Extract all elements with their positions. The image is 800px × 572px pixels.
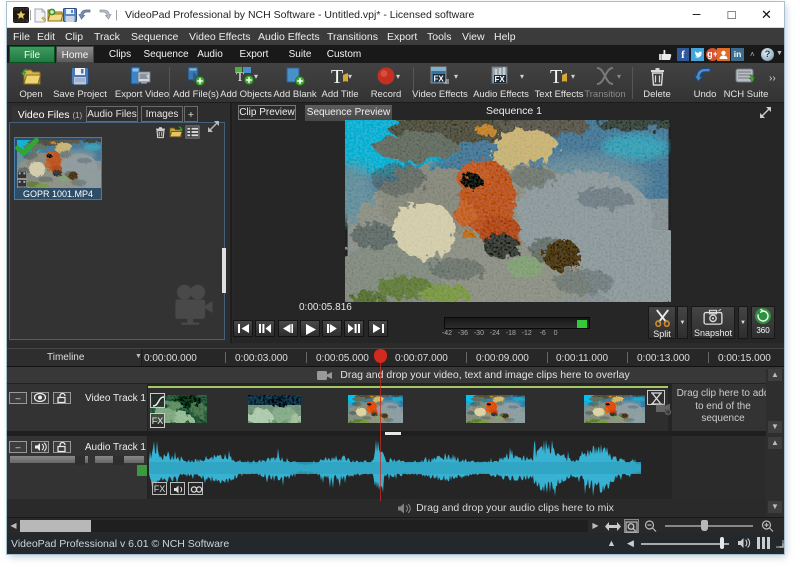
svg-text:T: T <box>236 69 244 84</box>
svg-text:T: T <box>331 66 343 87</box>
svg-text:FX: FX <box>434 75 445 84</box>
svg-text:T: T <box>550 66 562 87</box>
svg-text:FX: FX <box>495 75 506 84</box>
